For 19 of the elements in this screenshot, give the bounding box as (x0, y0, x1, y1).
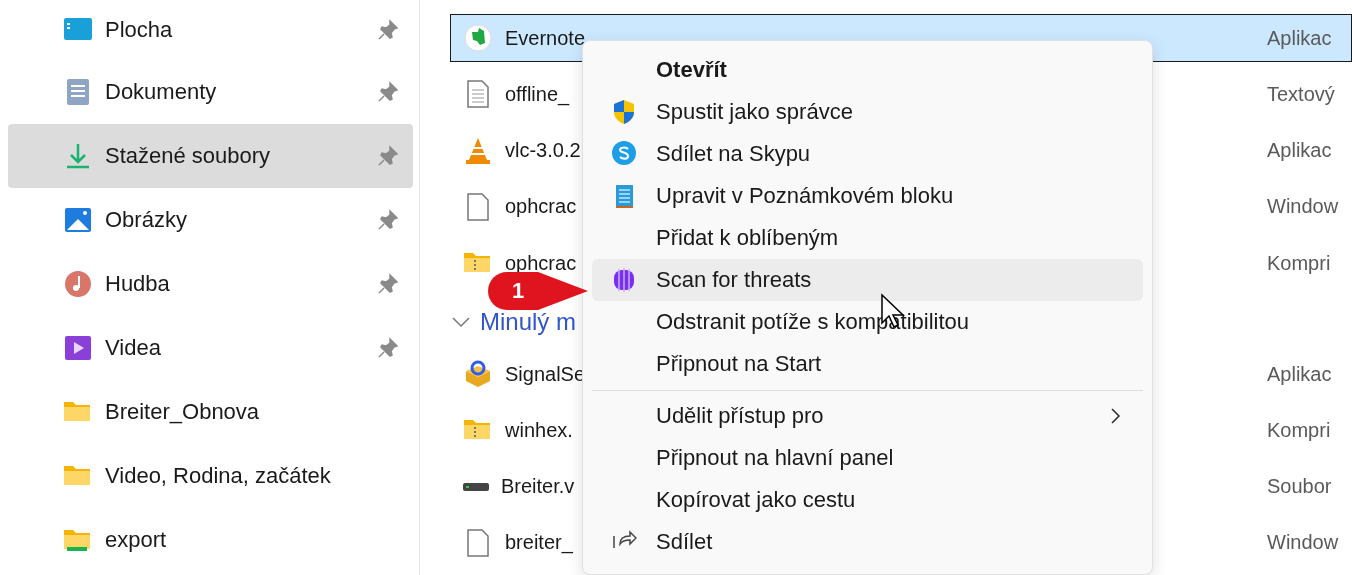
file-type: Textový (1267, 82, 1335, 106)
file-name: Evernote (505, 26, 586, 50)
file-type: Window (1267, 195, 1339, 219)
file-type: Soubor (1267, 475, 1332, 499)
file-name: ophcrac (505, 251, 577, 275)
file-type: Aplikac (1267, 139, 1332, 163)
file-name: breiter_ (505, 531, 573, 555)
file-type: Window (1267, 531, 1339, 555)
file-name: Breiter.v (501, 475, 575, 499)
file-type: Aplikac (1267, 26, 1332, 50)
file-name: winhex. (505, 418, 573, 442)
file-name: ophcrac (505, 195, 577, 219)
file-name: SignalSe (505, 362, 586, 386)
file-name: vlc-3.0.2 (505, 139, 581, 163)
file-name: offline_ (505, 82, 570, 106)
step-badge: 1 (488, 272, 588, 310)
file-type: Aplikac (1267, 362, 1332, 386)
file-type: Kompri (1267, 251, 1331, 275)
file-type: Kompri (1267, 418, 1331, 442)
